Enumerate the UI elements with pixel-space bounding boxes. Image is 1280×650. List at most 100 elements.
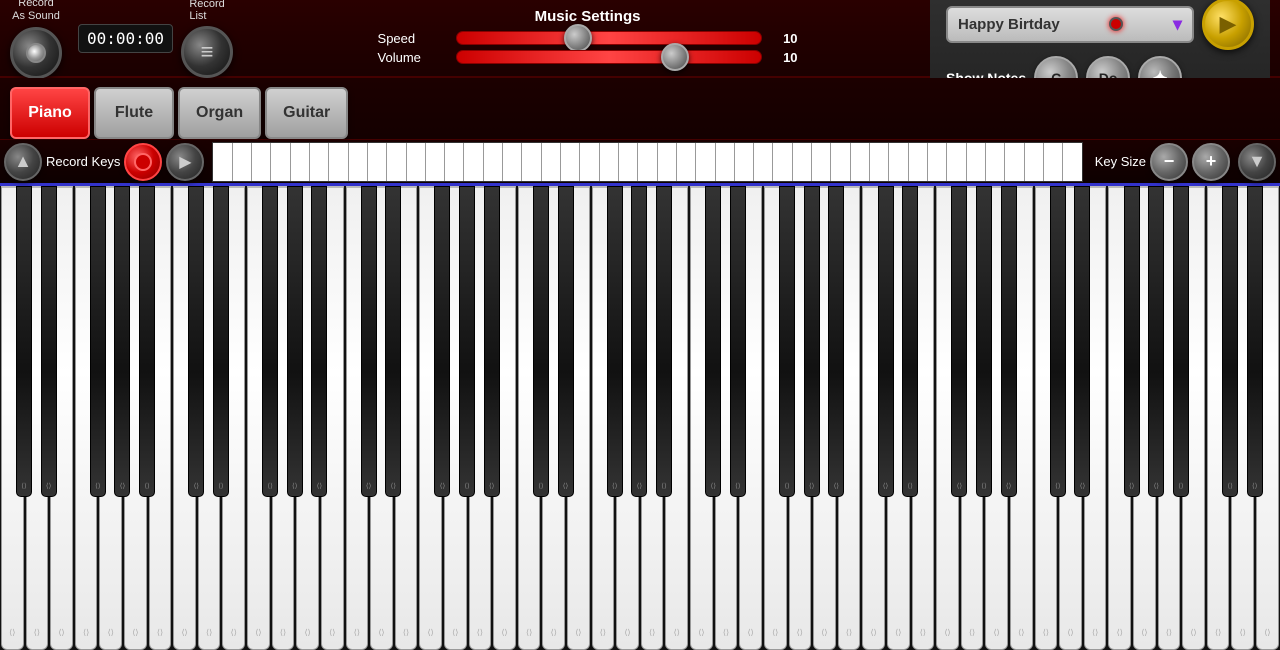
mini-key[interactable] (638, 143, 657, 181)
black-key-25[interactable]: ⟨⟩ (631, 186, 647, 497)
mini-key[interactable] (735, 143, 754, 181)
flute-button[interactable]: Flute (94, 87, 174, 139)
mini-key[interactable] (387, 143, 406, 181)
mini-key[interactable] (271, 143, 290, 181)
black-key-31[interactable]: ⟨⟩ (779, 186, 795, 497)
speed-slider-track[interactable] (456, 31, 762, 45)
record-button[interactable] (124, 143, 162, 181)
mini-key[interactable] (716, 143, 735, 181)
black-key-11[interactable]: ⟨⟩ (287, 186, 303, 497)
black-key-0[interactable]: ⟨⟩ (16, 186, 32, 497)
mini-piano[interactable] (212, 142, 1082, 182)
black-key-21[interactable]: ⟨⟩ (533, 186, 549, 497)
mini-key[interactable] (793, 143, 812, 181)
song-selector[interactable]: Happy Birtday ▾ (946, 6, 1194, 43)
mini-key[interactable] (213, 143, 232, 181)
black-key-50[interactable]: ⟨⟩ (1247, 186, 1263, 497)
mini-key[interactable] (889, 143, 908, 181)
black-key-47[interactable]: ⟨⟩ (1173, 186, 1189, 497)
black-key-33[interactable]: ⟨⟩ (828, 186, 844, 497)
mini-key[interactable] (484, 143, 503, 181)
mini-key[interactable] (233, 143, 252, 181)
black-key-40[interactable]: ⟨⟩ (1001, 186, 1017, 497)
black-key-28[interactable]: ⟨⟩ (705, 186, 721, 497)
mini-key[interactable] (542, 143, 561, 181)
key-size-increase-button[interactable]: + (1192, 143, 1230, 181)
play-button[interactable] (166, 143, 204, 181)
mini-key[interactable] (464, 143, 483, 181)
mini-key[interactable] (773, 143, 792, 181)
mini-key[interactable] (310, 143, 329, 181)
play-button-large[interactable] (1202, 0, 1254, 50)
mini-key[interactable] (967, 143, 986, 181)
black-key-5[interactable]: ⟨⟩ (139, 186, 155, 497)
black-key-1[interactable]: ⟨⟩ (41, 186, 57, 497)
record-as-sound-button[interactable] (10, 27, 62, 79)
mini-key[interactable] (426, 143, 445, 181)
black-key-49[interactable]: ⟨⟩ (1222, 186, 1238, 497)
volume-slider-track[interactable] (456, 50, 762, 64)
mini-key[interactable] (909, 143, 928, 181)
mini-key[interactable] (619, 143, 638, 181)
black-key-32[interactable]: ⟨⟩ (804, 186, 820, 497)
black-key-36[interactable]: ⟨⟩ (902, 186, 918, 497)
mini-key[interactable] (1063, 143, 1081, 181)
key-size-decrease-button[interactable]: − (1150, 143, 1188, 181)
black-key-4[interactable]: ⟨⟩ (114, 186, 130, 497)
mini-key[interactable] (580, 143, 599, 181)
black-key-45[interactable]: ⟨⟩ (1124, 186, 1140, 497)
mini-key[interactable] (1005, 143, 1024, 181)
mini-key[interactable] (445, 143, 464, 181)
mini-key[interactable] (812, 143, 831, 181)
piano-button[interactable]: Piano (10, 87, 90, 139)
mini-key[interactable] (1025, 143, 1044, 181)
black-key-38[interactable]: ⟨⟩ (951, 186, 967, 497)
mini-key[interactable] (928, 143, 947, 181)
mini-key[interactable] (368, 143, 387, 181)
black-key-35[interactable]: ⟨⟩ (878, 186, 894, 497)
black-key-46[interactable]: ⟨⟩ (1148, 186, 1164, 497)
guitar-button[interactable]: Guitar (265, 87, 348, 139)
speed-slider-knob[interactable] (564, 24, 592, 52)
black-key-18[interactable]: ⟨⟩ (459, 186, 475, 497)
black-key-19[interactable]: ⟨⟩ (484, 186, 500, 497)
mini-key[interactable] (658, 143, 677, 181)
black-key-42[interactable]: ⟨⟩ (1050, 186, 1066, 497)
mini-key[interactable] (503, 143, 522, 181)
black-key-8[interactable]: ⟨⟩ (213, 186, 229, 497)
black-key-15[interactable]: ⟨⟩ (385, 186, 401, 497)
mini-key[interactable] (349, 143, 368, 181)
black-key-24[interactable]: ⟨⟩ (607, 186, 623, 497)
mini-key[interactable] (870, 143, 889, 181)
mini-key[interactable] (696, 143, 715, 181)
mini-key[interactable] (252, 143, 271, 181)
organ-button[interactable]: Organ (178, 87, 261, 139)
mini-key[interactable] (600, 143, 619, 181)
scroll-down-button[interactable] (1238, 143, 1276, 181)
black-key-14[interactable]: ⟨⟩ (361, 186, 377, 497)
black-key-7[interactable]: ⟨⟩ (188, 186, 204, 497)
black-key-17[interactable]: ⟨⟩ (434, 186, 450, 497)
mini-key[interactable] (291, 143, 310, 181)
mini-key[interactable] (522, 143, 541, 181)
scroll-up-button[interactable] (4, 143, 42, 181)
mini-key[interactable] (677, 143, 696, 181)
volume-slider-knob[interactable] (661, 43, 689, 71)
black-key-10[interactable]: ⟨⟩ (262, 186, 278, 497)
black-key-39[interactable]: ⟨⟩ (976, 186, 992, 497)
mini-key[interactable] (986, 143, 1005, 181)
black-key-43[interactable]: ⟨⟩ (1074, 186, 1090, 497)
mini-key[interactable] (329, 143, 348, 181)
mini-key[interactable] (561, 143, 580, 181)
mini-key[interactable] (407, 143, 426, 181)
mini-key[interactable] (947, 143, 966, 181)
black-key-12[interactable]: ⟨⟩ (311, 186, 327, 497)
record-list-button[interactable] (181, 26, 233, 78)
black-key-29[interactable]: ⟨⟩ (730, 186, 746, 497)
mini-key[interactable] (1044, 143, 1063, 181)
black-key-22[interactable]: ⟨⟩ (558, 186, 574, 497)
mini-key[interactable] (851, 143, 870, 181)
mini-key[interactable] (754, 143, 773, 181)
black-key-26[interactable]: ⟨⟩ (656, 186, 672, 497)
black-key-3[interactable]: ⟨⟩ (90, 186, 106, 497)
